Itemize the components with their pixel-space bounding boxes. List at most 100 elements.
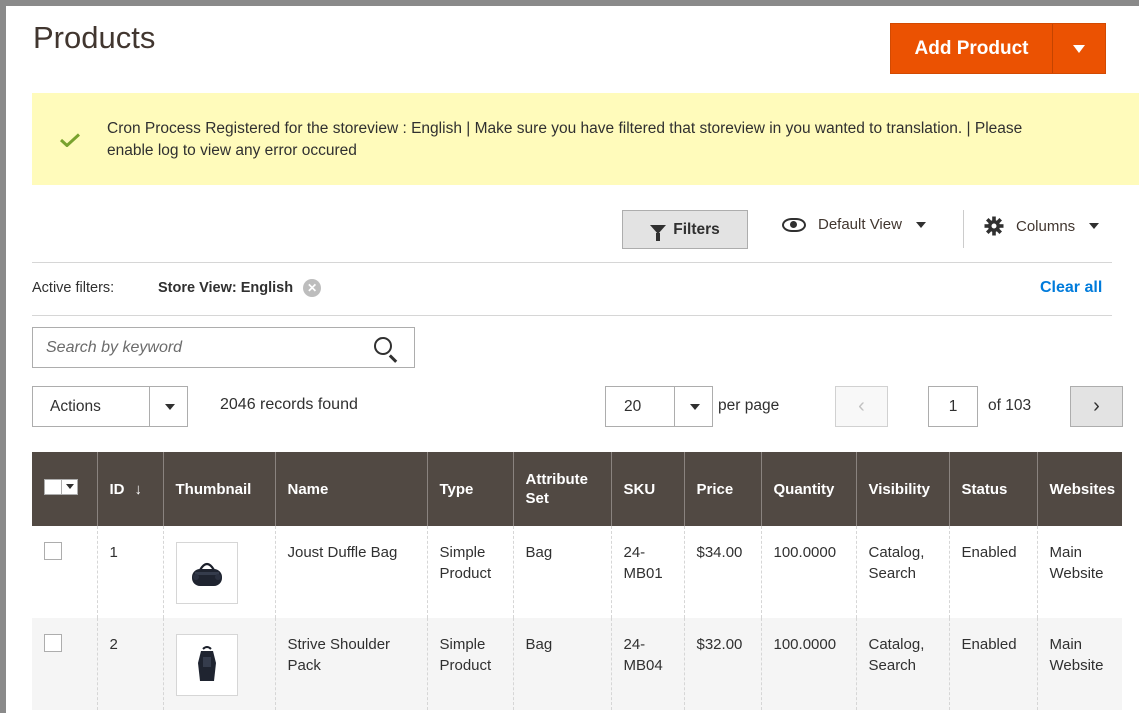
toolbar-divider xyxy=(963,210,964,248)
per-page-dropdown-toggle[interactable] xyxy=(674,387,712,426)
success-message: Cron Process Registered for the storevie… xyxy=(32,93,1139,185)
cell-name: Strive Shoulder Pack xyxy=(274,618,427,710)
cell-quantity: 100.0000 xyxy=(760,618,856,710)
keyword-search xyxy=(32,327,415,368)
per-page-label: per page xyxy=(718,397,780,414)
grid-toolbar: Filters Default View Columns xyxy=(32,206,1112,256)
duffle-bag-image xyxy=(191,562,222,586)
add-product-split-button[interactable]: Add Product xyxy=(890,23,1106,74)
caret-down-icon xyxy=(915,221,926,228)
cell-price: $32.00 xyxy=(683,618,761,710)
cell-sku: 24-MB01 xyxy=(610,526,684,618)
active-filter-chip-label: Store View: English xyxy=(158,280,294,296)
previous-page-button[interactable]: ‹ xyxy=(835,386,888,427)
caret-down-icon xyxy=(689,403,700,410)
per-page-select[interactable]: 20 xyxy=(605,386,713,427)
next-page-button[interactable]: › xyxy=(1070,386,1123,427)
per-page-value: 20 xyxy=(624,397,642,415)
caret-down-icon xyxy=(1089,223,1100,229)
caret-down-icon xyxy=(164,403,175,410)
gear-icon xyxy=(984,216,1004,236)
records-count: 2046 records found xyxy=(220,396,358,413)
product-thumbnail[interactable] xyxy=(175,542,238,604)
page-title: Products xyxy=(33,20,156,55)
cell-thumbnail xyxy=(162,618,275,710)
eye-icon xyxy=(782,217,806,232)
cell-thumbnail xyxy=(162,526,275,618)
view-label: Default View xyxy=(818,216,902,233)
cell-sku: 24-MB04 xyxy=(610,618,684,710)
funnel-icon xyxy=(650,225,667,241)
actions-label: Actions xyxy=(50,397,101,415)
mass-select-toggle[interactable] xyxy=(62,478,78,495)
cell-websites: Main Website xyxy=(1036,618,1122,710)
add-product-button[interactable]: Add Product xyxy=(891,24,1053,73)
row-select-cell xyxy=(32,526,97,618)
cell-id: 2 xyxy=(96,618,163,710)
column-header-thumbnail[interactable]: Thumbnail xyxy=(162,452,275,526)
divider xyxy=(32,262,1112,263)
cell-visibility: Catalog, Search xyxy=(855,618,949,710)
checkmark-icon xyxy=(60,133,80,147)
view-switcher[interactable]: Default View xyxy=(782,216,926,233)
column-header-name[interactable]: Name xyxy=(274,452,427,526)
mass-select-header xyxy=(32,452,97,526)
cell-price: $34.00 xyxy=(683,526,761,618)
column-header-id[interactable]: ID ↓ xyxy=(96,452,163,526)
current-page-input[interactable] xyxy=(928,386,978,427)
column-header-id-label: ID xyxy=(109,480,125,498)
column-header-attribute-set[interactable]: Attribute Set xyxy=(512,452,611,526)
cell-websites: Main Website xyxy=(1036,526,1122,618)
sort-arrow-icon: ↓ xyxy=(134,480,143,498)
shoulder-pack-image xyxy=(197,646,216,681)
column-header-sku[interactable]: SKU xyxy=(610,452,684,526)
success-message-text: Cron Process Registered for the storevie… xyxy=(107,120,1023,159)
table-row[interactable]: 2 Strive Shoulder Pack Simple Product Ba… xyxy=(32,618,1122,710)
filters-label: Filters xyxy=(673,220,720,238)
grid-header-row: ID ↓ Thumbnail Name Type Attribute Set SK… xyxy=(32,452,1122,526)
remove-filter-icon[interactable]: ✕ xyxy=(303,279,322,297)
divider xyxy=(32,315,1112,316)
chevron-right-icon: › xyxy=(1093,395,1100,417)
total-pages: of 103 xyxy=(988,397,1032,414)
columns-label: Columns xyxy=(1016,217,1076,235)
column-header-quantity[interactable]: Quantity xyxy=(760,452,856,526)
clear-all-link[interactable]: Clear all xyxy=(1040,279,1102,297)
cell-name: Joust Duffle Bag xyxy=(274,526,427,618)
cell-id: 1 xyxy=(96,526,163,618)
cell-attribute-set: Bag xyxy=(512,618,611,710)
cell-quantity: 100.0000 xyxy=(760,526,856,618)
products-page: Products Add Product Cron Process Regist… xyxy=(6,6,1139,713)
mass-select-control[interactable] xyxy=(44,478,78,495)
add-product-dropdown-toggle[interactable] xyxy=(1053,24,1105,73)
active-filters-label: Active filters: xyxy=(32,280,115,296)
search-icon[interactable] xyxy=(374,337,392,355)
column-header-websites[interactable]: Websites xyxy=(1036,452,1122,526)
row-select-cell xyxy=(32,618,97,710)
search-input[interactable] xyxy=(33,328,353,367)
cell-type: Simple Product xyxy=(426,618,513,710)
filters-button[interactable]: Filters xyxy=(622,210,748,249)
actions-select[interactable]: Actions xyxy=(32,386,188,427)
column-header-visibility[interactable]: Visibility xyxy=(855,452,949,526)
actions-dropdown-toggle[interactable] xyxy=(149,387,187,426)
row-checkbox[interactable] xyxy=(44,634,62,652)
row-checkbox[interactable] xyxy=(44,542,62,560)
mass-select-checkbox[interactable] xyxy=(44,478,62,495)
products-grid: ID ↓ Thumbnail Name Type Attribute Set SK… xyxy=(32,452,1122,710)
cell-status: Enabled xyxy=(948,526,1037,618)
chevron-left-icon: ‹ xyxy=(858,395,865,417)
cell-type: Simple Product xyxy=(426,526,513,618)
table-row[interactable]: 1 Joust Duffle Bag Simple Product Bag 24… xyxy=(32,526,1122,618)
cell-visibility: Catalog, Search xyxy=(855,526,949,618)
caret-down-icon xyxy=(65,484,74,489)
cell-status: Enabled xyxy=(948,618,1037,710)
active-filter-chip: Store View: English ✕ xyxy=(158,279,322,297)
columns-control[interactable]: Columns xyxy=(984,216,1100,236)
caret-down-icon xyxy=(1073,44,1085,53)
column-header-status[interactable]: Status xyxy=(948,452,1037,526)
column-header-price[interactable]: Price xyxy=(683,452,761,526)
cell-attribute-set: Bag xyxy=(512,526,611,618)
column-header-type[interactable]: Type xyxy=(426,452,513,526)
product-thumbnail[interactable] xyxy=(175,634,238,696)
